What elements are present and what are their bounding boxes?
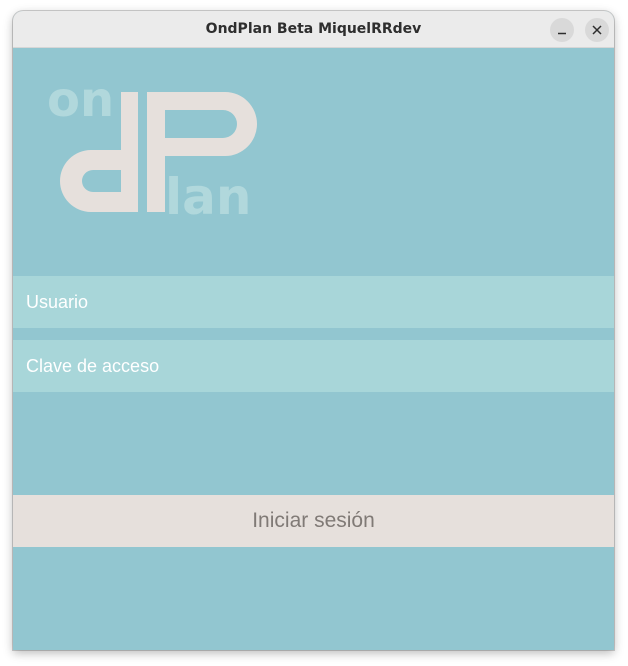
logo-text-on: on	[47, 72, 114, 128]
ondplan-logo: on lan	[47, 72, 257, 218]
login-panel: on lan Iniciar sesión	[13, 48, 614, 650]
app-window: OndPlan Beta MiquelRRdev on lan Inicia	[13, 11, 614, 650]
password-field[interactable]	[13, 340, 614, 392]
login-button[interactable]: Iniciar sesión	[13, 495, 614, 547]
title-bar[interactable]: OndPlan Beta MiquelRRdev	[13, 11, 614, 48]
window-title: OndPlan Beta MiquelRRdev	[205, 21, 422, 37]
username-field[interactable]	[13, 276, 614, 328]
close-icon	[592, 25, 602, 35]
close-button[interactable]	[585, 18, 609, 42]
minimize-icon	[558, 32, 566, 35]
minimize-button[interactable]	[550, 18, 574, 42]
logo-text-lan: lan	[165, 168, 251, 218]
